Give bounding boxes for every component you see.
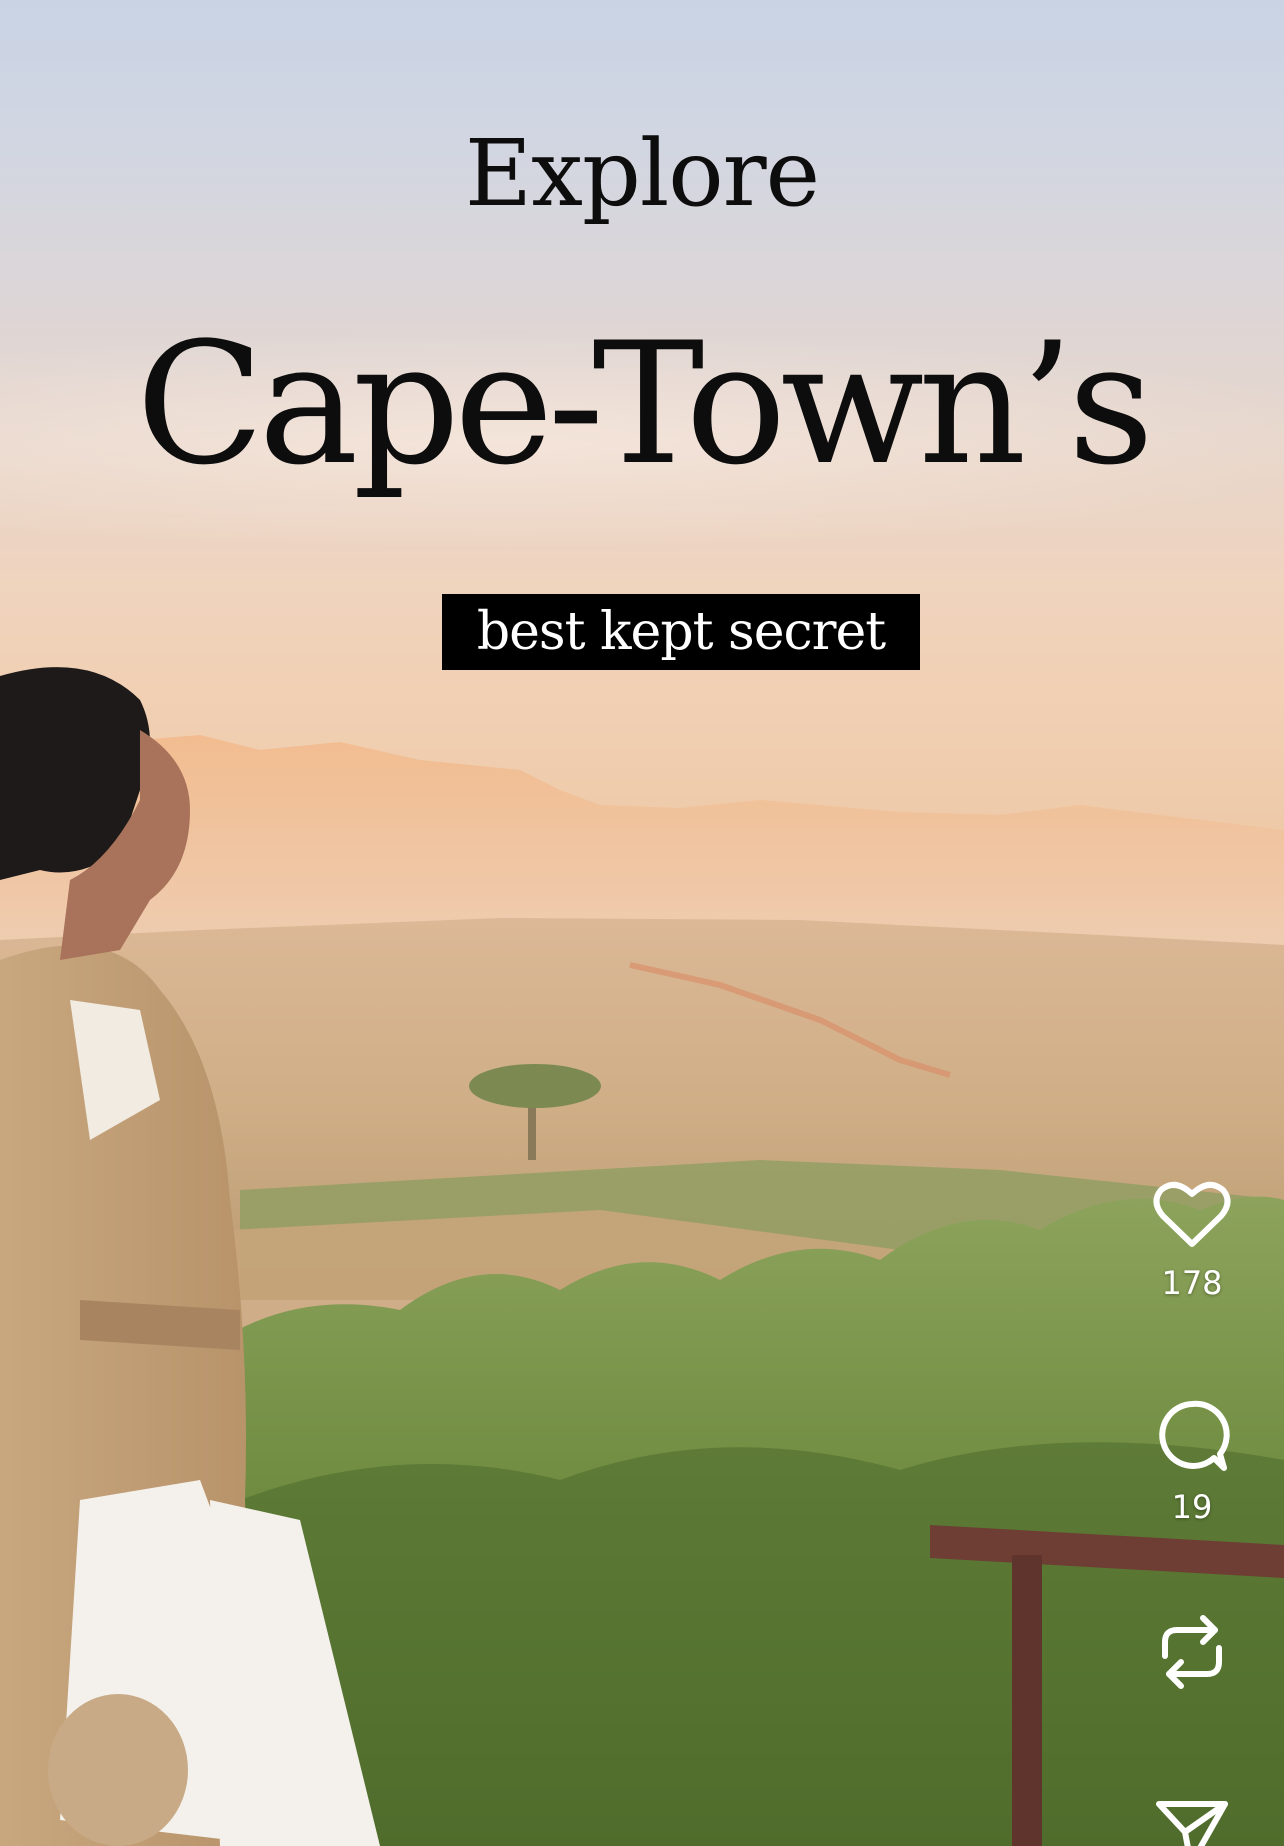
title-explore: Explore <box>464 120 820 227</box>
comment-count: 19 <box>1171 1488 1213 1526</box>
tree <box>469 1064 601 1108</box>
heart-icon <box>1153 1181 1231 1247</box>
like-count: 178 <box>1161 1264 1223 1302</box>
share-button[interactable] <box>1150 1798 1234 1846</box>
like-button[interactable]: 178 <box>1150 1180 1234 1302</box>
landscape-scene <box>0 667 1284 1846</box>
comment-icon <box>1159 1400 1230 1471</box>
repost-button[interactable] <box>1150 1612 1234 1692</box>
send-icon <box>1156 1801 1228 1846</box>
repost-icon <box>1162 1615 1222 1689</box>
title-cape-towns: Cape-Town’s <box>135 306 1154 502</box>
tagline-badge: best kept secret <box>442 594 920 670</box>
comment-button[interactable]: 19 <box>1150 1398 1234 1526</box>
tagline-text: best kept secret <box>476 602 886 662</box>
reel-video[interactable]: Explore Cape-Town’s best kept secret 178… <box>0 0 1284 1846</box>
